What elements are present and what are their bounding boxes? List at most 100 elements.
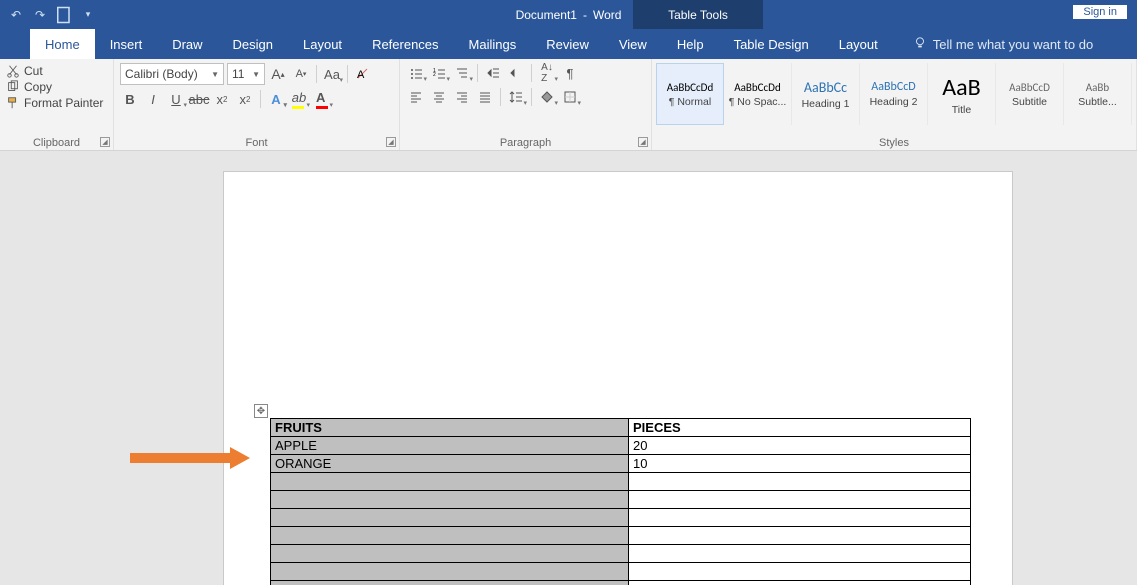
table-header-cell[interactable]: FRUITS (271, 419, 629, 437)
tab-insert[interactable]: Insert (95, 29, 158, 59)
group-clipboard: Cut Copy Format Painter Clipboard ◢ (0, 59, 114, 150)
tab-home[interactable]: Home (30, 29, 95, 59)
clipboard-dialog-launcher[interactable]: ◢ (100, 137, 110, 147)
undo-icon[interactable]: ↶ (6, 5, 26, 25)
shrink-font-button[interactable]: A▾ (291, 64, 311, 84)
table-cell[interactable] (629, 473, 971, 491)
sign-in-button[interactable]: Sign in (1073, 5, 1127, 19)
new-doc-icon[interactable] (54, 5, 74, 25)
table-cell[interactable] (629, 545, 971, 563)
multilevel-list-button[interactable] (452, 63, 472, 83)
contextual-tab-label: Table Tools (633, 0, 763, 29)
group-paragraph: 12 A↓Z ¶ Paragraph ◢ (400, 59, 652, 150)
ribbon-tabs: Home Insert Draw Design Layout Reference… (0, 29, 1137, 59)
group-styles: Styles AaBbCcDd¶ NormalAaBbCcDd¶ No Spac… (652, 59, 1137, 150)
align-left-button[interactable] (406, 87, 426, 107)
style---no-spac---[interactable]: AaBbCcDd¶ No Spac... (724, 63, 792, 125)
app-name: Word (593, 8, 621, 22)
title-bar: ↶ ↷ ▾ Document1 - Word Table Tools Sign … (0, 0, 1137, 29)
paragraph-dialog-launcher[interactable]: ◢ (638, 137, 648, 147)
text-effects-button[interactable]: A (266, 89, 286, 109)
tab-mailings[interactable]: Mailings (454, 29, 532, 59)
align-right-button[interactable] (452, 87, 472, 107)
table-cell[interactable] (629, 563, 971, 581)
clear-formatting-button[interactable]: A (353, 64, 373, 84)
document-table[interactable]: FRUITSPIECESAPPLE20ORANGE10 (270, 418, 971, 585)
italic-button[interactable]: I (143, 89, 163, 109)
table-cell[interactable] (629, 509, 971, 527)
tab-references[interactable]: References (357, 29, 453, 59)
annotation-arrow (130, 447, 260, 469)
group-font: Calibri (Body)▼ 11▼ A▴ A▾ Aa A B I U abc… (114, 59, 400, 150)
table-cell[interactable]: 20 (629, 437, 971, 455)
increase-indent-button[interactable] (506, 63, 526, 83)
qat-customize-icon[interactable]: ▾ (78, 5, 98, 25)
document-canvas: ✥ FRUITSPIECESAPPLE20ORANGE10 (0, 151, 1137, 585)
table-cell[interactable]: 10 (629, 455, 971, 473)
tab-help[interactable]: Help (662, 29, 719, 59)
table-cell[interactable] (271, 527, 629, 545)
shading-button[interactable] (537, 87, 557, 107)
subscript-button[interactable]: x2 (212, 89, 232, 109)
table-cell[interactable] (271, 509, 629, 527)
tab-view[interactable]: View (604, 29, 662, 59)
change-case-button[interactable]: Aa (322, 64, 342, 84)
sort-button[interactable]: A↓Z (537, 63, 557, 83)
cut-button[interactable]: Cut (6, 63, 107, 79)
table-cell[interactable] (629, 527, 971, 545)
style-subtitle[interactable]: AaBbCcDSubtitle (996, 63, 1064, 125)
group-label-styles: Styles (652, 137, 1136, 149)
show-marks-button[interactable]: ¶ (560, 63, 580, 83)
chevron-down-icon: ▼ (211, 70, 219, 79)
window-title: Document1 - Word (516, 8, 622, 22)
tab-file[interactable] (0, 29, 30, 59)
font-color-button[interactable]: A (312, 89, 332, 109)
redo-icon[interactable]: ↷ (30, 5, 50, 25)
format-painter-button[interactable]: Format Painter (6, 95, 107, 111)
table-cell[interactable] (629, 581, 971, 585)
line-spacing-button[interactable] (506, 87, 526, 107)
style-subtle---[interactable]: AaBbSubtle... (1064, 63, 1132, 125)
group-label-font: Font (114, 137, 399, 149)
table-cell[interactable] (271, 491, 629, 509)
justify-button[interactable] (475, 87, 495, 107)
style-heading-1[interactable]: AaBbCcHeading 1 (792, 63, 860, 125)
superscript-button[interactable]: x2 (235, 89, 255, 109)
svg-text:2: 2 (433, 72, 436, 78)
copy-button[interactable]: Copy (6, 79, 107, 95)
underline-button[interactable]: U (166, 89, 186, 109)
bold-button[interactable]: B (120, 89, 140, 109)
tab-table-design[interactable]: Table Design (719, 29, 824, 59)
table-cell[interactable] (629, 491, 971, 509)
bullets-button[interactable] (406, 63, 426, 83)
table-cell[interactable] (271, 581, 629, 585)
tab-review[interactable]: Review (531, 29, 604, 59)
borders-button[interactable] (560, 87, 580, 107)
ribbon: Cut Copy Format Painter Clipboard ◢ Cali… (0, 59, 1137, 151)
style-heading-2[interactable]: AaBbCcDHeading 2 (860, 63, 928, 125)
align-center-button[interactable] (429, 87, 449, 107)
tab-draw[interactable]: Draw (157, 29, 217, 59)
font-name-combo[interactable]: Calibri (Body)▼ (120, 63, 224, 85)
tab-layout[interactable]: Layout (288, 29, 357, 59)
chevron-down-icon: ▼ (252, 70, 260, 79)
highlight-color-button[interactable]: ab (289, 89, 309, 109)
grow-font-button[interactable]: A▴ (268, 64, 288, 84)
table-cell[interactable] (271, 563, 629, 581)
decrease-indent-button[interactable] (483, 63, 503, 83)
table-header-cell[interactable]: PIECES (629, 419, 971, 437)
numbering-button[interactable]: 12 (429, 63, 449, 83)
strikethrough-button[interactable]: abc (189, 89, 209, 109)
table-cell[interactable] (271, 545, 629, 563)
font-size-combo[interactable]: 11▼ (227, 63, 265, 85)
table-cell[interactable]: APPLE (271, 437, 629, 455)
tell-me-search[interactable]: Tell me what you want to do (913, 29, 1093, 59)
style---normal[interactable]: AaBbCcDd¶ Normal (656, 63, 724, 125)
tab-design[interactable]: Design (218, 29, 288, 59)
style-title[interactable]: AaBTitle (928, 63, 996, 125)
table-move-handle[interactable]: ✥ (254, 404, 268, 418)
table-cell[interactable] (271, 473, 629, 491)
tab-table-layout[interactable]: Layout (824, 29, 893, 59)
table-cell[interactable]: ORANGE (271, 455, 629, 473)
font-dialog-launcher[interactable]: ◢ (386, 137, 396, 147)
